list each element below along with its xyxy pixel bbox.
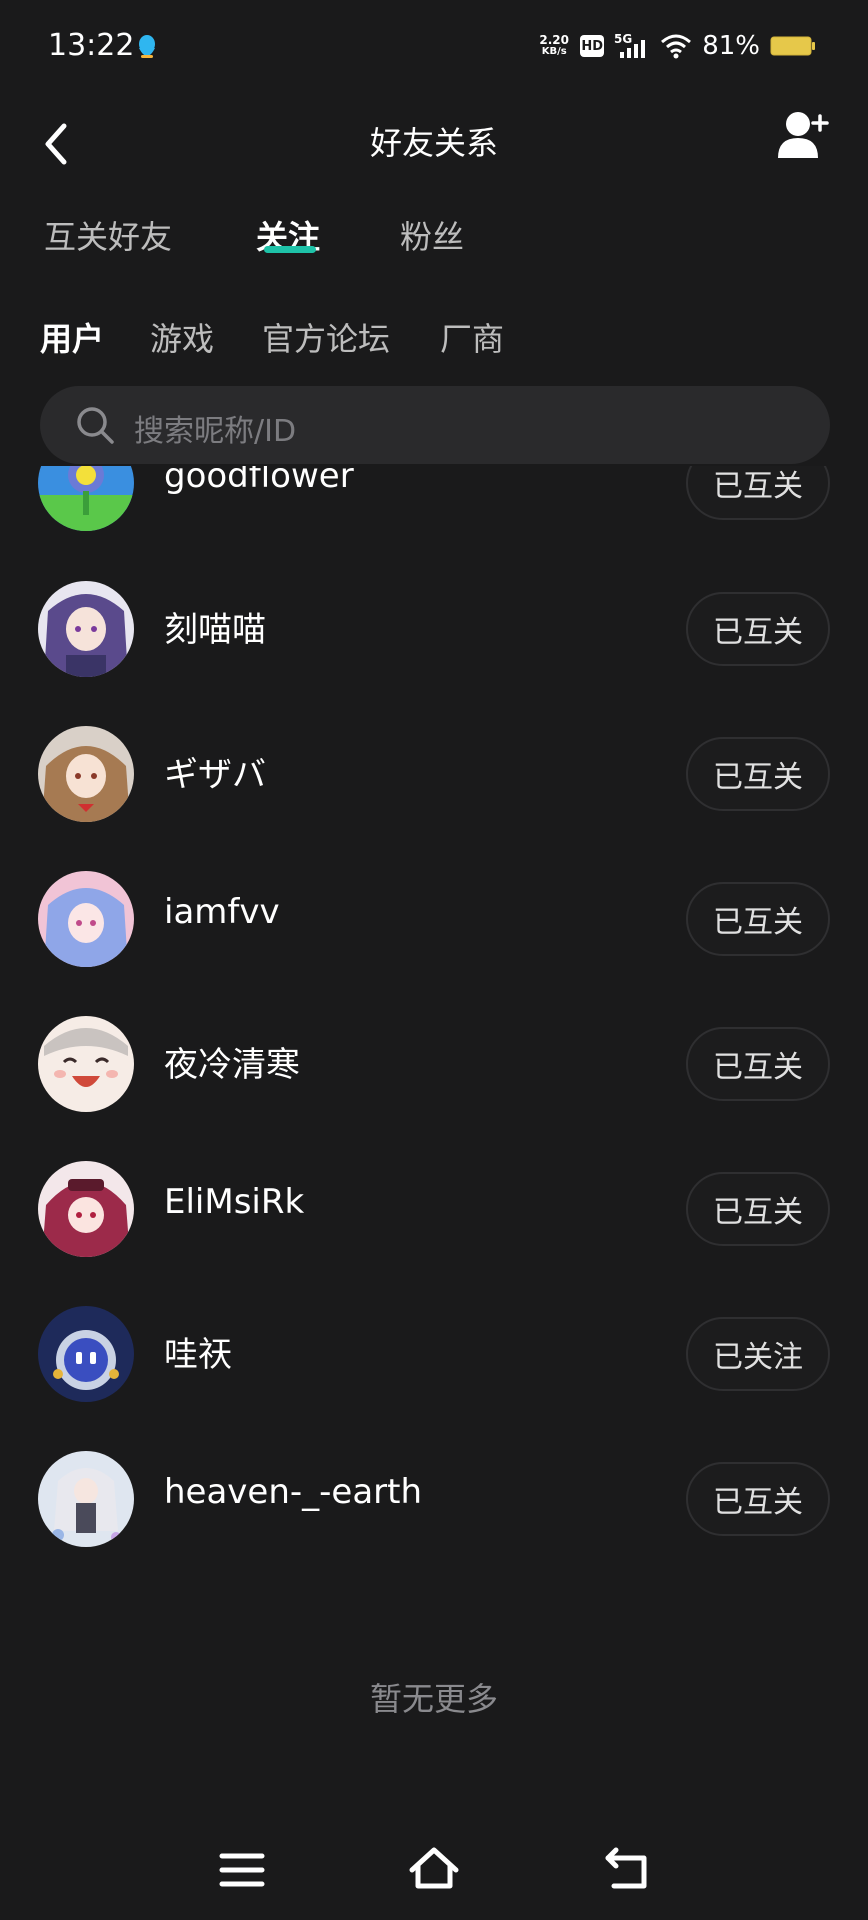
back-nav-icon[interactable] [600,1842,656,1898]
username: ギザバ [164,755,266,795]
tab-mutual-friends[interactable]: 互关好友 [44,212,172,258]
username: goodflower [164,466,354,496]
status-time: 13:22 [48,28,135,63]
avatar[interactable] [38,1306,134,1402]
add-user-icon [778,112,829,158]
follow-status-button[interactable]: 已互关 [686,1462,830,1536]
status-bar: 13:22 2.20 KB/s HD 5G 81% [0,0,868,96]
net-speed-indicator: 2.20 KB/s [539,33,569,57]
avatar[interactable] [38,1161,134,1257]
follow-status-button[interactable]: 已互关 [686,737,830,811]
system-navigation-bar [0,1820,868,1920]
subtab-vendors[interactable]: 厂商 [440,314,504,360]
avatar[interactable] [38,1451,134,1547]
wifi-icon [661,34,692,59]
follow-status-button[interactable]: 已互关 [686,592,830,666]
qq-icon [139,35,155,58]
avatar[interactable] [38,871,134,967]
list-item[interactable]: iamfvv 已互关 [0,846,868,991]
list-item[interactable]: goodflower 已互关 [0,466,868,555]
username: heaven-_-earth [164,1472,423,1512]
follow-status-button[interactable]: 已互关 [686,882,830,956]
no-more-text: 暂无更多 [369,1680,498,1718]
subtab-users[interactable]: 用户 [40,314,104,360]
tab-fans[interactable]: 粉丝 [400,212,464,258]
svg-text:5G: 5G [614,32,632,46]
username: 夜冷清寒 [164,1045,300,1085]
follow-status-button[interactable]: 已互关 [686,1027,830,1101]
list-item[interactable]: 夜冷清寒 已互关 [0,991,868,1136]
follow-status-button[interactable]: 已互关 [686,466,830,520]
list-item[interactable]: EliMsiRk 已互关 [0,1136,868,1281]
avatar[interactable] [38,1016,134,1112]
subtab-games[interactable]: 游戏 [150,314,214,360]
add-friend-button[interactable] [770,102,834,166]
menu-icon[interactable] [214,1842,270,1898]
page-title: 好友关系 [369,124,498,162]
search-placeholder: 搜索昵称/ID [134,414,297,449]
avatar[interactable] [38,581,134,677]
username: 哇祆 [164,1335,232,1375]
home-icon[interactable] [406,1842,462,1898]
list-item[interactable]: ギザバ 已互关 [0,701,868,846]
list-item[interactable]: 刻喵喵 已互关 [0,556,868,701]
hd-icon: HD [580,35,605,57]
active-tab-indicator [264,246,316,253]
nav-bar: 好友关系 [0,96,868,192]
follow-status-button[interactable]: 已关注 [686,1317,830,1391]
list-item[interactable]: 哇祆 已关注 [0,1281,868,1426]
battery-percent: 81% [702,31,760,61]
follow-status-button[interactable]: 已互关 [686,1172,830,1246]
username: iamfvv [164,892,280,932]
user-list: goodflower 已互关 刻喵喵 已互关 ギザバ 已互关 iamfvv 已互… [0,466,868,1616]
avatar[interactable] [38,466,134,531]
list-item[interactable]: heaven-_-earth 已互关 [0,1426,868,1571]
search-input[interactable]: 搜索昵称/ID [40,386,830,464]
signal-5g-icon: 5G [614,32,646,58]
search-icon [77,407,114,444]
avatar[interactable] [38,726,134,822]
battery-icon [770,36,815,56]
username: EliMsiRk [164,1182,305,1222]
subtab-official-forum[interactable]: 官方论坛 [262,314,390,360]
username: 刻喵喵 [164,610,266,650]
